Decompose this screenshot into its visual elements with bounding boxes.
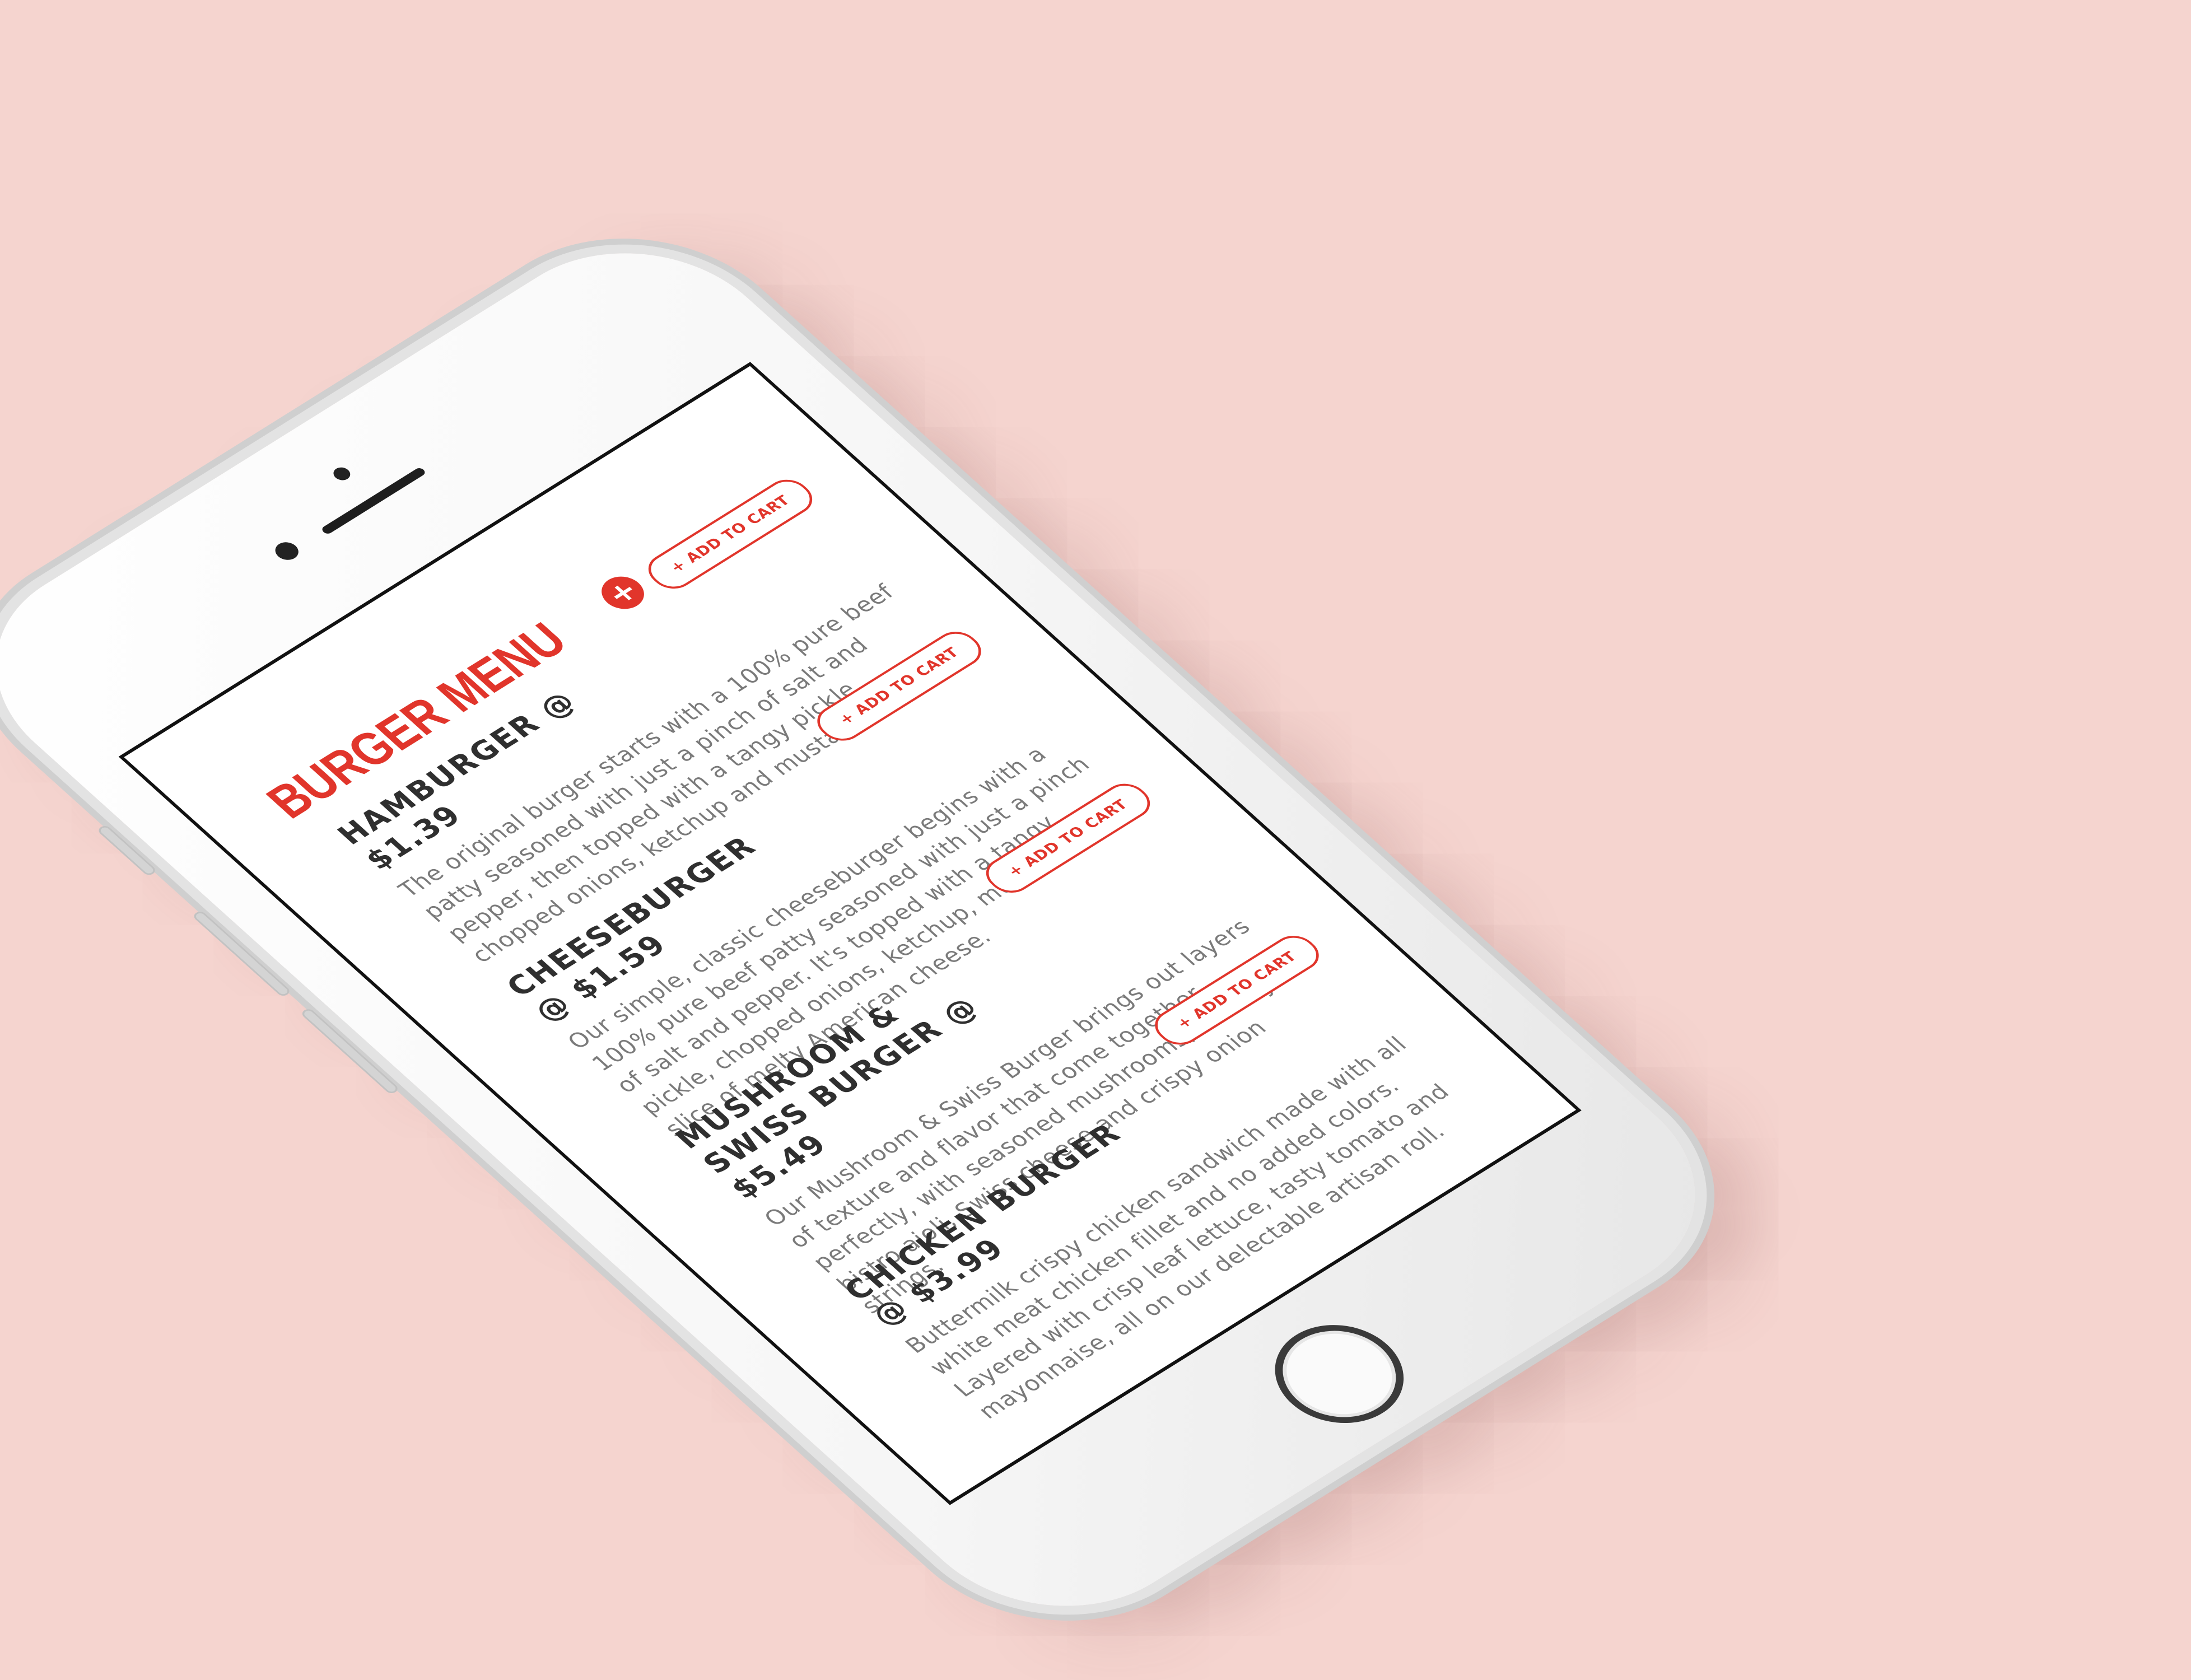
volume-up-button xyxy=(191,909,292,998)
add-menu-icon[interactable]: + xyxy=(593,570,653,615)
mockup-stage: BURGER MENU + + ADD TO CART HAMBURGER @ … xyxy=(0,0,2191,1680)
volume-down-button xyxy=(300,1007,400,1095)
front-camera xyxy=(271,538,304,564)
phone-body: BURGER MENU + + ADD TO CART HAMBURGER @ … xyxy=(0,208,1756,1651)
proximity-sensor xyxy=(330,465,354,483)
home-button[interactable] xyxy=(1248,1305,1430,1443)
phone-mockup: BURGER MENU + + ADD TO CART HAMBURGER @ … xyxy=(0,208,1756,1651)
mute-switch xyxy=(96,824,158,877)
add-to-cart-button[interactable]: + ADD TO CART xyxy=(639,473,822,595)
